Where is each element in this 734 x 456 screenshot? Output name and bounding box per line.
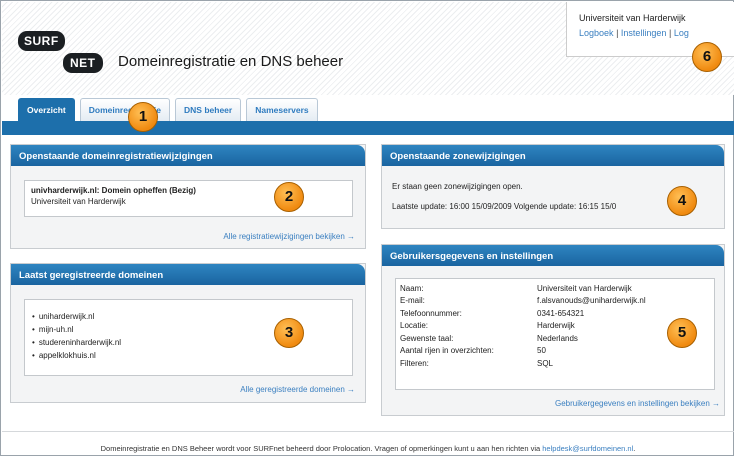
list-item[interactable]: uniharderwijk.nl (32, 310, 352, 323)
all-registrations-link[interactable]: Alle registratiewijzigingen bekijken → (223, 232, 355, 241)
field-label: Filteren: (400, 358, 429, 368)
domain-list-box: uniharderwijk.nl mijn-uh.nl studereninha… (24, 299, 353, 376)
recent-domains-panel: Laatst geregistreerde domeinen uniharder… (10, 263, 366, 403)
tab-dns-beheer[interactable]: DNS beheer (175, 98, 242, 121)
all-domains-link[interactable]: Alle geregistreerde domeinen → (240, 385, 355, 394)
panel-title: Laatst geregistreerde domeinen (11, 264, 365, 285)
field-value: Harderwijk (537, 321, 575, 331)
field-value: 0341-654321 (537, 308, 585, 318)
field-label: Gewenste taal: (400, 333, 454, 343)
list-item[interactable]: studereninharderwijk.nl (32, 336, 352, 349)
field-value: f.alsvanouds@uniharderwijk.nl (537, 296, 646, 306)
panel-title: Openstaande domeinregistratiewijzigingen (11, 145, 365, 166)
field-label: E-mail: (400, 296, 425, 306)
field-label: Naam: (400, 283, 424, 293)
table-row: Naam: Universiteit van Harderwijk (400, 282, 646, 295)
organisation-name: Universiteit van Harderwijk (579, 13, 686, 23)
app-window: SURF NET Domeinregistratie en DNS beheer… (0, 0, 734, 456)
field-value: 50 (537, 346, 546, 356)
list-item[interactable]: appelklokhuis.nl (32, 349, 352, 362)
panel-title: Openstaande zonewijzigingen (382, 145, 724, 166)
zone-update-times: Laatste update: 16:00 15/09/2009 Volgend… (392, 202, 617, 211)
tab-nameservers[interactable]: Nameservers (246, 98, 318, 121)
instellingen-link[interactable]: Instellingen (621, 28, 667, 38)
user-settings-table: Naam: Universiteit van Harderwijk E-mail:… (400, 282, 646, 370)
table-row: Aantal rijen in overzichten: 50 (400, 345, 646, 358)
footer-end: . (633, 444, 636, 453)
logout-link[interactable]: Log (674, 28, 689, 38)
tab-bar-underline (2, 121, 734, 135)
field-label: Telefoonnummer: (400, 308, 462, 318)
list-item[interactable]: mijn-uh.nl (32, 323, 352, 336)
table-row: Filteren: SQL (400, 357, 646, 370)
callout-badge-6: 6 (692, 42, 722, 72)
surfnet-logo: SURF NET (18, 31, 108, 75)
tab-overzicht[interactable]: Overzicht (18, 98, 75, 121)
field-value: Nederlands (537, 333, 578, 343)
field-value: Universiteit van Harderwijk (537, 283, 632, 293)
callout-badge-2: 2 (274, 182, 304, 212)
main-tabs: Overzicht Domeinregistratie DNS beheer N… (18, 98, 323, 121)
panel-title: Gebruikersgegevens en instellingen (382, 245, 724, 266)
helpdesk-email-link[interactable]: helpdesk@surfdomeinen.nl (542, 444, 633, 453)
footer-text: Domeinregistratie en DNS Beheer wordt vo… (100, 444, 543, 453)
logo-net-text: NET (63, 53, 103, 73)
callout-badge-5: 5 (667, 318, 697, 348)
logboek-link[interactable]: Logboek (579, 28, 614, 38)
registration-item-title: univharderwijk.nl: Domein opheffen (Bezi… (31, 186, 196, 195)
callout-badge-3: 3 (274, 318, 304, 348)
user-settings-link[interactable]: Gebruikergegevens en instellingen bekijk… (555, 399, 720, 408)
account-links: Logboek | Instellingen | Log (579, 28, 734, 38)
table-row: Locatie: Harderwijk (400, 320, 646, 333)
field-value: SQL (537, 358, 554, 368)
table-row: E-mail: f.alsvanouds@uniharderwijk.nl (400, 295, 646, 308)
callout-badge-4: 4 (667, 186, 697, 216)
field-label: Aantal rijen in overzichten: (400, 346, 494, 356)
callout-badge-1: 1 (128, 102, 158, 132)
table-row: Gewenste taal: Nederlands (400, 332, 646, 345)
field-label: Locatie: (400, 321, 429, 331)
logo-surf-text: SURF (18, 31, 65, 51)
page-title: Domeinregistratie en DNS beheer (118, 53, 344, 70)
zone-status-text: Er staan geen zonewijzigingen open. (392, 182, 523, 191)
pending-registrations-panel: Openstaande domeinregistratiewijzigingen… (10, 144, 366, 249)
page-footer: Domeinregistratie en DNS Beheer wordt vo… (2, 431, 734, 456)
table-row: Telefoonnummer: 0341-654321 (400, 307, 646, 320)
pending-zones-panel: Openstaande zonewijzigingen Er staan gee… (381, 144, 725, 229)
